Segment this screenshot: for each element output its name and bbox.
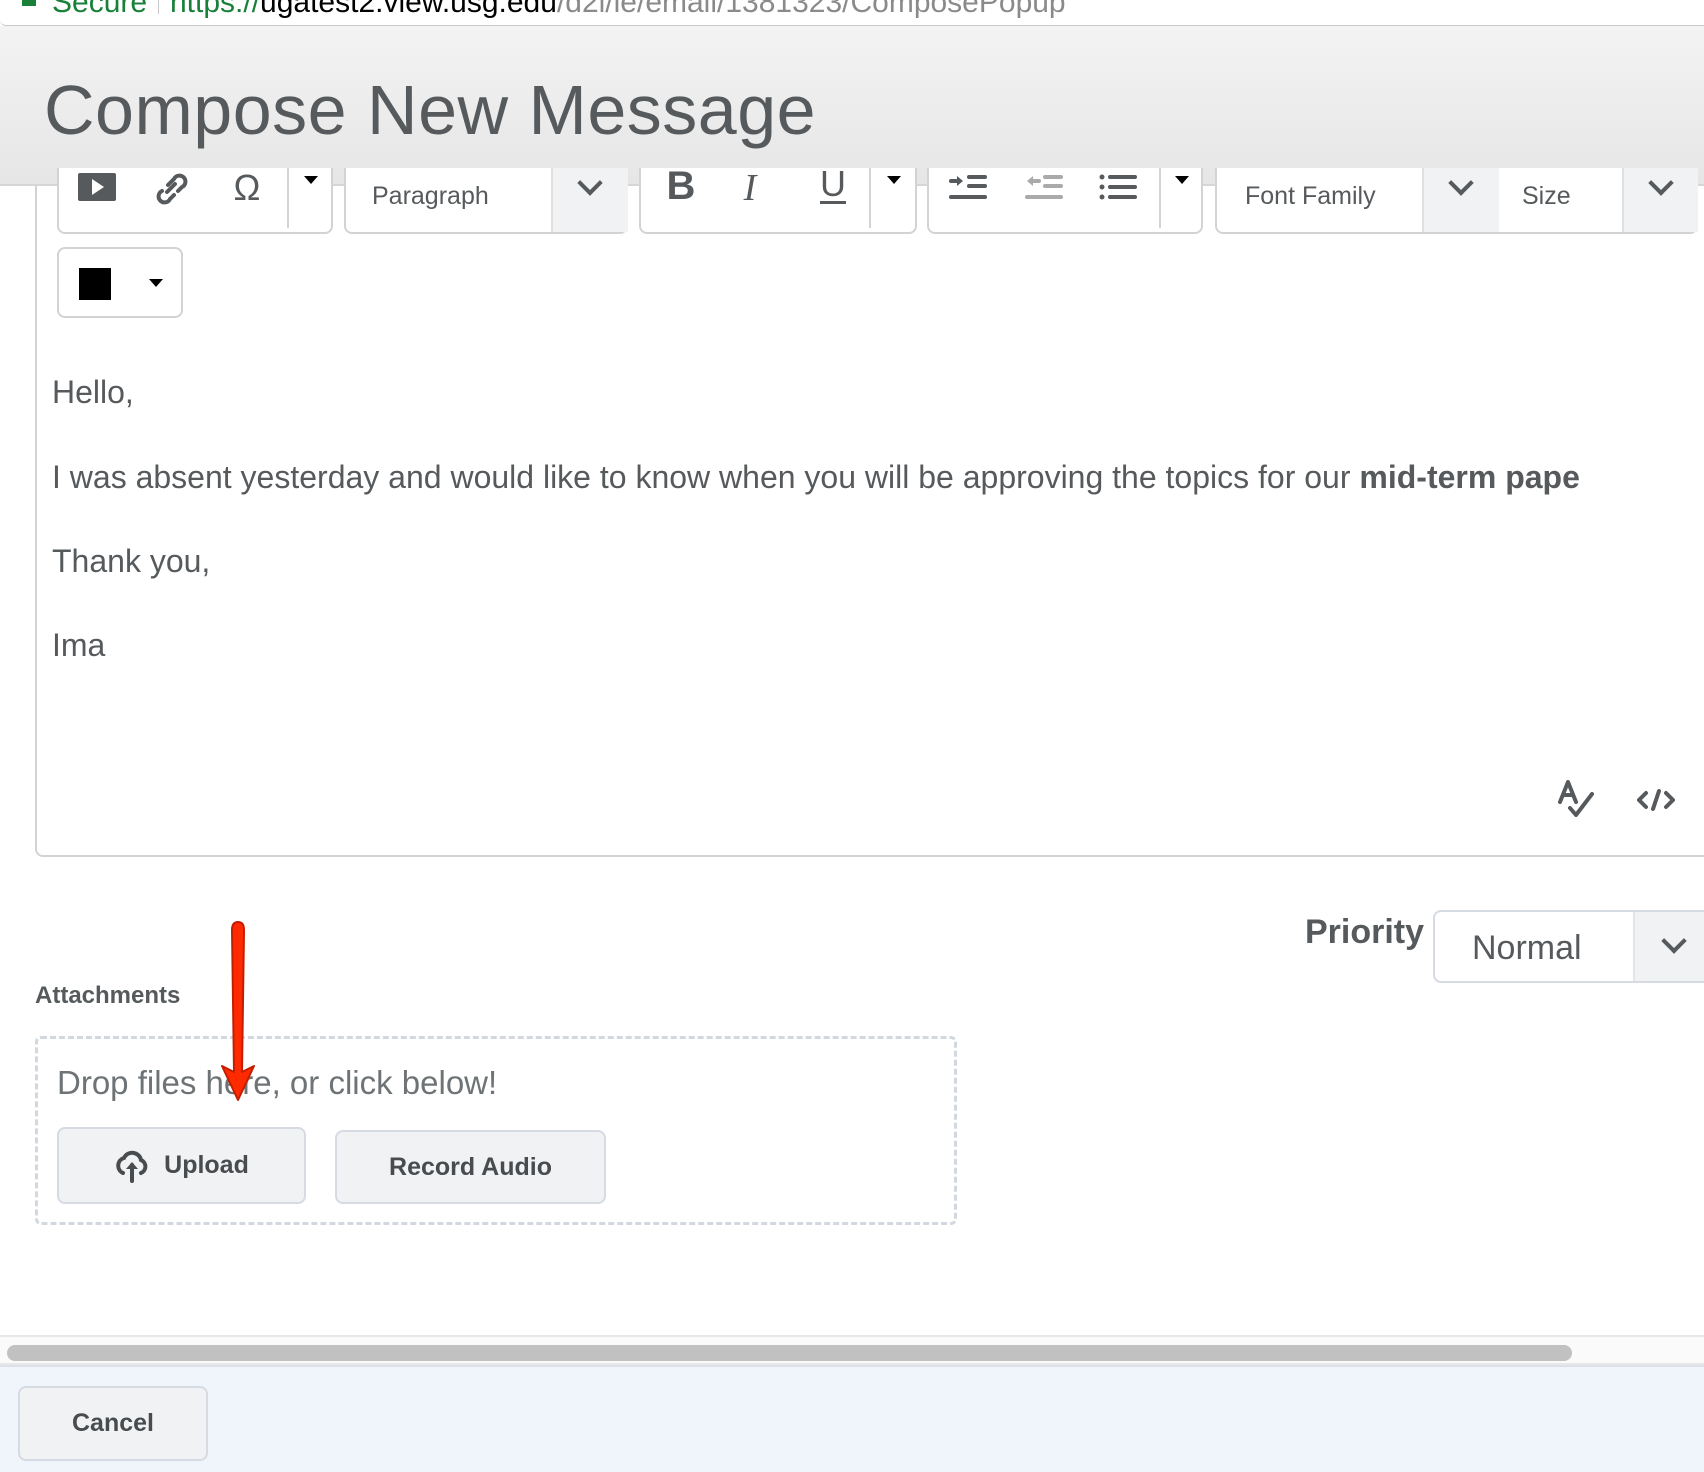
divider [869, 168, 871, 228]
more-insert-dropdown[interactable] [304, 176, 318, 184]
divider [1159, 168, 1161, 228]
priority-label: Priority [1305, 913, 1425, 951]
address-bar[interactable]: Secure https://ugatest2.view.usg.edu/d2l… [0, 0, 1704, 26]
cancel-button[interactable]: Cancel [18, 1386, 208, 1461]
chevron-down-icon [1661, 928, 1687, 954]
line-text: I was absent yesterday and would like to… [52, 459, 1360, 495]
list-toolbar-group [927, 168, 1203, 234]
list-icon [1099, 174, 1137, 200]
source-code-icon [1637, 789, 1675, 811]
url-scheme: https:// [170, 0, 261, 19]
cancel-label: Cancel [72, 1409, 154, 1437]
link-icon [156, 173, 188, 205]
more-list-dropdown[interactable] [1175, 176, 1189, 184]
dialog-header: Compose New Message [0, 26, 1704, 186]
horizontal-scrollbar[interactable] [0, 1335, 1704, 1365]
more-format-dropdown[interactable] [887, 176, 901, 184]
line-text: Hello, [52, 374, 134, 410]
cloud-upload-icon [116, 1150, 148, 1183]
line-text: Thank you, [52, 543, 211, 579]
record-audio-button[interactable]: Record Audio [335, 1130, 606, 1204]
message-editor[interactable] [35, 150, 1704, 857]
message-line[interactable]: Ima [52, 627, 105, 664]
italic-button[interactable]: I [735, 167, 765, 209]
secure-label: Secure [52, 0, 148, 19]
spellcheck-icon [1558, 780, 1594, 817]
caret-down-icon [149, 279, 163, 287]
insert-equation-button[interactable]: Ω [225, 167, 269, 208]
page-title: Compose New Message [44, 71, 817, 149]
chevron-down-icon [577, 170, 603, 196]
insert-link-button[interactable] [151, 168, 191, 208]
message-line[interactable]: Hello, [52, 374, 134, 411]
url-host: ugatest2.view.usg.edu [260, 0, 557, 19]
annotation-arrow-icon [221, 921, 255, 1101]
indent-icon [949, 175, 987, 199]
font-family-dropdown-button[interactable] [1422, 168, 1499, 232]
font-size-dropdown-button[interactable] [1622, 168, 1698, 232]
priority-dropdown-button[interactable] [1633, 912, 1704, 981]
chevron-down-icon [1648, 170, 1674, 196]
outdent-button[interactable] [1025, 172, 1063, 202]
font-size-value[interactable]: Size [1522, 182, 1571, 211]
omega-icon: Ω [233, 167, 261, 208]
block-format-dropdown-button[interactable] [551, 168, 628, 232]
text-color-button[interactable] [57, 247, 183, 318]
video-icon [78, 173, 116, 201]
bullet-list-button[interactable] [1099, 172, 1137, 202]
message-line[interactable]: I was absent yesterday and would like to… [52, 459, 1580, 496]
priority-select[interactable]: Normal [1433, 910, 1704, 983]
divider [287, 168, 289, 228]
dialog-footer: Cancel [0, 1365, 1704, 1472]
font-family-value[interactable]: Font Family [1245, 182, 1376, 211]
attachments-label: Attachments [35, 982, 181, 1009]
insert-media-button[interactable] [77, 172, 117, 202]
font-toolbar-group: Font Family Size [1215, 168, 1698, 234]
block-format-value: Paragraph [372, 182, 489, 210]
scrollbar-thumb[interactable] [7, 1345, 1572, 1361]
bold-text: mid-term pape [1359, 459, 1580, 495]
indent-button[interactable] [949, 172, 987, 202]
chevron-down-icon [1448, 170, 1474, 196]
upload-label: Upload [164, 1151, 249, 1179]
record-audio-label: Record Audio [389, 1152, 552, 1181]
lock-icon [22, 0, 36, 6]
insert-toolbar-group: Ω [57, 167, 333, 234]
priority-value: Normal [1472, 929, 1582, 967]
dropzone-text: Drop files here, or click below! [57, 1064, 498, 1101]
text-format-toolbar-group: B I U [639, 163, 917, 234]
block-format-select[interactable]: Paragraph [344, 168, 628, 234]
underline-button[interactable]: U [813, 163, 853, 204]
source-code-button[interactable] [1637, 788, 1675, 812]
outdent-icon [1025, 175, 1063, 199]
url-text[interactable]: https://ugatest2.view.usg.edu/d2l/le/ema… [170, 0, 1066, 20]
divider [158, 0, 159, 14]
color-swatch [79, 268, 111, 300]
message-line[interactable]: Thank you, [52, 543, 210, 580]
bold-button[interactable]: B [663, 164, 699, 208]
url-path: /d2l/le/email/1381323/ComposePopup [556, 0, 1066, 19]
spellcheck-button[interactable] [1558, 780, 1596, 820]
upload-button[interactable]: Upload [57, 1127, 306, 1204]
line-text: Ima [52, 627, 106, 663]
